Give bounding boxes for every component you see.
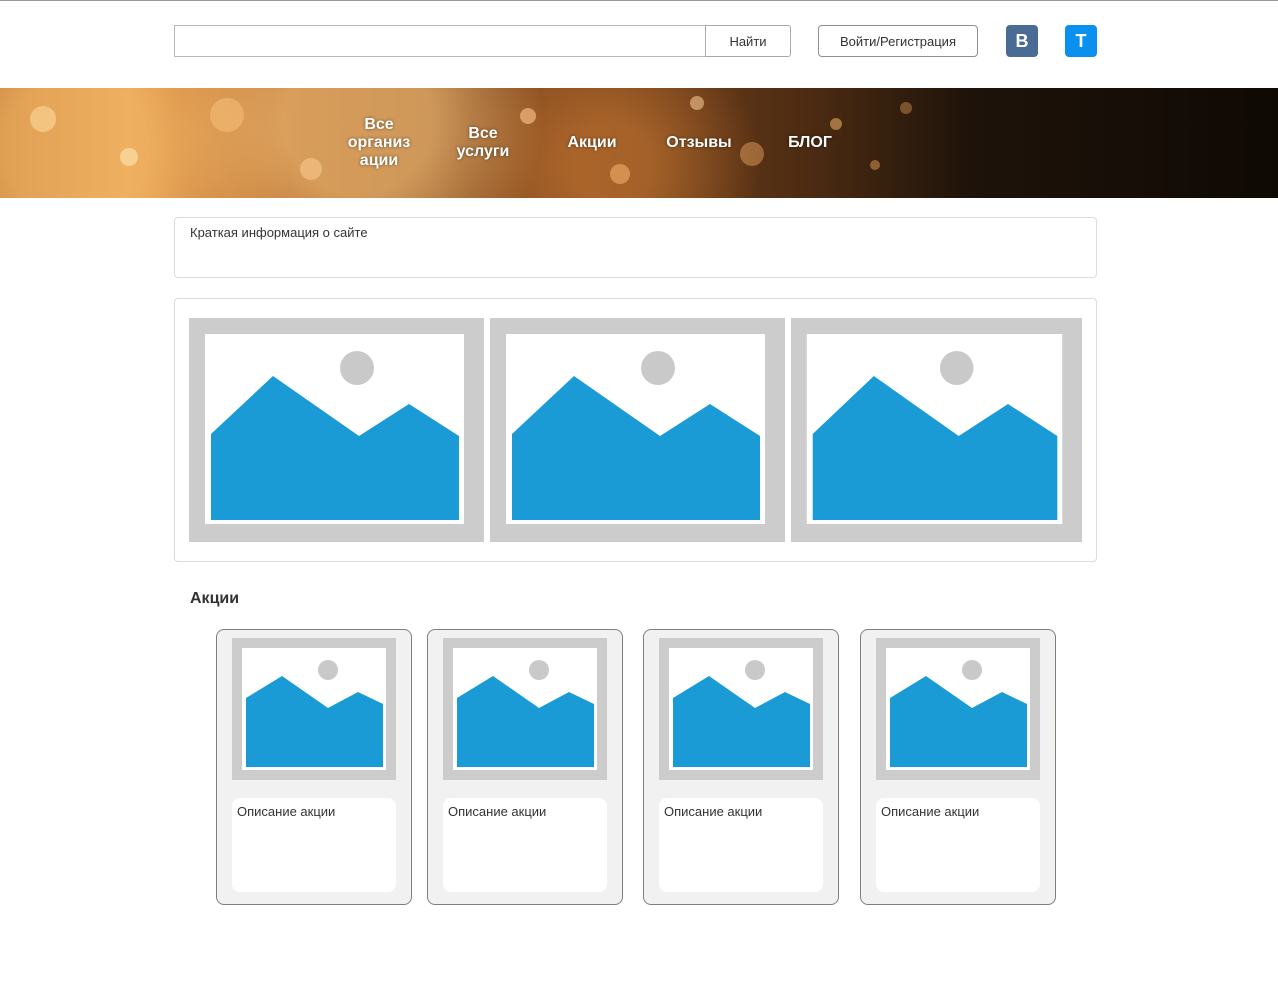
promotion-card[interactable]: Описание акции bbox=[643, 629, 839, 905]
nav-promotions[interactable]: Акции bbox=[557, 88, 627, 198]
bokeh-light bbox=[520, 108, 536, 124]
image-placeholder-icon bbox=[659, 638, 823, 780]
bokeh-light bbox=[740, 142, 764, 166]
image-placeholder-icon[interactable] bbox=[791, 318, 1082, 542]
promotion-description-box: Описание акции bbox=[659, 798, 823, 892]
bokeh-light bbox=[870, 160, 880, 170]
promotion-card[interactable]: Описание акции bbox=[216, 629, 412, 905]
promotion-card[interactable]: Описание акции bbox=[860, 629, 1056, 905]
nav-all-organizations[interactable]: Все организ ации bbox=[344, 88, 414, 198]
image-placeholder-icon bbox=[232, 638, 396, 780]
site-info-box: Краткая информация о сайте bbox=[174, 217, 1097, 278]
image-placeholder-icon bbox=[443, 638, 607, 780]
site-info-text: Краткая информация о сайте bbox=[190, 225, 368, 240]
telegram-icon[interactable]: Т bbox=[1065, 25, 1097, 57]
promotion-description: Описание акции bbox=[664, 804, 763, 819]
nav-blog[interactable]: БЛОГ bbox=[780, 88, 840, 198]
image-placeholder-icon[interactable] bbox=[490, 318, 785, 542]
promotion-description: Описание акции bbox=[237, 804, 336, 819]
promotion-description-box: Описание акции bbox=[232, 798, 396, 892]
bokeh-light bbox=[30, 106, 56, 132]
nav-all-services[interactable]: Все услуги bbox=[449, 88, 517, 198]
image-gallery bbox=[174, 298, 1097, 562]
hero-banner: Все организ ации Все услуги Акции Отзывы… bbox=[0, 88, 1278, 198]
image-placeholder-icon bbox=[876, 638, 1040, 780]
login-register-button[interactable]: Войти/Регистрация bbox=[818, 25, 978, 57]
promotion-card[interactable]: Описание акции bbox=[427, 629, 623, 905]
top-border bbox=[0, 0, 1278, 1]
bokeh-light bbox=[210, 98, 244, 132]
promotion-description-box: Описание акции bbox=[876, 798, 1040, 892]
image-placeholder-icon[interactable] bbox=[189, 318, 484, 542]
vk-icon[interactable]: В bbox=[1006, 25, 1038, 57]
search-input[interactable] bbox=[174, 25, 705, 57]
bokeh-light bbox=[300, 158, 322, 180]
search-button[interactable]: Найти bbox=[705, 25, 791, 57]
bokeh-light bbox=[900, 102, 912, 114]
promotion-description: Описание акции bbox=[448, 804, 547, 819]
promotion-description-box: Описание акции bbox=[443, 798, 607, 892]
bokeh-light bbox=[120, 148, 138, 166]
nav-reviews[interactable]: Отзывы bbox=[658, 88, 740, 198]
promotions-title: Акции bbox=[190, 590, 240, 607]
promotion-description: Описание акции bbox=[881, 804, 980, 819]
